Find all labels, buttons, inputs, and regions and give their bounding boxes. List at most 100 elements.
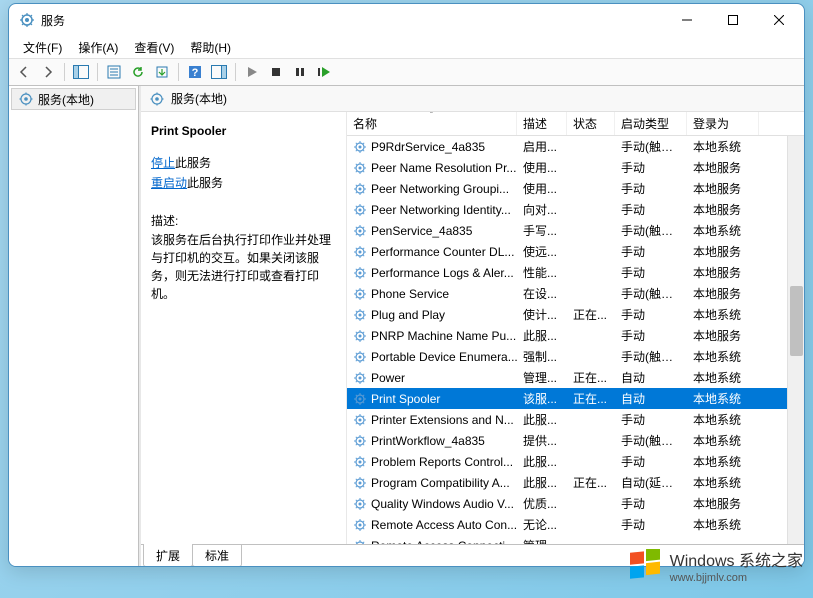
cell-description: 使用... (517, 159, 567, 176)
restart-service-button[interactable] (313, 61, 335, 83)
cell-name: PrintWorkflow_4a835 (347, 434, 517, 448)
services-window: 服务 文件(F) 操作(A) 查看(V) 帮助(H) ? 服务(本地) (8, 3, 805, 567)
cell-startup: 手动 (615, 201, 687, 218)
refresh-button[interactable] (127, 61, 149, 83)
tree-pane: 服务(本地) (9, 86, 139, 566)
column-startup[interactable]: 启动类型 (615, 112, 687, 135)
content-header: 服务(本地) (141, 86, 804, 112)
service-row[interactable]: Program Compatibility A...此服...正在...自动(延… (347, 472, 804, 493)
service-row[interactable]: Power管理...正在...自动本地系统 (347, 367, 804, 388)
cell-startup: 手动(触发... (615, 222, 687, 239)
service-name-text: PNRP Machine Name Pu... (371, 329, 516, 343)
tab-standard[interactable]: 标准 (192, 545, 242, 566)
watermark: Windows 系统之家 www.bjjmlv.com (628, 549, 803, 588)
cell-startup: 自动 (615, 390, 687, 407)
service-icon (353, 350, 367, 364)
service-row[interactable]: Peer Networking Identity...向对...手动本地服务 (347, 199, 804, 220)
restart-service-link[interactable]: 重启动 (151, 176, 187, 190)
restart-service-line: 重启动此服务 (151, 174, 336, 192)
cell-logon: 本地系统 (687, 369, 759, 386)
export-button[interactable] (151, 61, 173, 83)
service-row[interactable]: Remote Access Connecti...管理... (347, 535, 804, 544)
minimize-button[interactable] (664, 4, 710, 36)
menu-action[interactable]: 操作(A) (70, 37, 126, 58)
service-icon (353, 329, 367, 343)
cell-logon: 本地服务 (687, 327, 759, 344)
menubar: 文件(F) 操作(A) 查看(V) 帮助(H) (9, 36, 804, 58)
service-list-pane: 名称ˆ 描述 状态 启动类型 登录为 P9RdrService_4a835 启用.… (346, 112, 804, 544)
service-name-text: Phone Service (371, 287, 449, 301)
properties-button[interactable] (103, 61, 125, 83)
cell-name: Remote Access Connecti... (347, 539, 517, 545)
cell-status: 正在... (567, 474, 615, 491)
close-button[interactable] (756, 4, 802, 36)
content-body: Print Spooler 停止此服务 重启动此服务 描述: 该服务在后台执行打… (141, 112, 804, 544)
cell-description: 启用... (517, 138, 567, 155)
tree-root-label: 服务(本地) (38, 91, 94, 108)
cell-description: 在设... (517, 285, 567, 302)
service-icon (353, 182, 367, 196)
cell-startup: 手动 (615, 306, 687, 323)
service-icon (353, 287, 367, 301)
service-icon (353, 245, 367, 259)
service-row[interactable]: Printer Extensions and N...此服...手动本地系统 (347, 409, 804, 430)
service-row[interactable]: PrintWorkflow_4a835提供...手动(触发...本地系统 (347, 430, 804, 451)
maximize-button[interactable] (710, 4, 756, 36)
vertical-scrollbar[interactable] (787, 136, 804, 544)
stop-service-link[interactable]: 停止 (151, 156, 175, 170)
service-row[interactable]: PenService_4a835手写...手动(触发...本地系统 (347, 220, 804, 241)
cell-name: Remote Access Auto Con... (347, 518, 517, 532)
cell-description: 无论... (517, 516, 567, 533)
help-button[interactable]: ? (184, 61, 206, 83)
service-name-text: Remote Access Connecti... (371, 539, 515, 545)
back-button[interactable] (13, 61, 35, 83)
toolbar-separator (178, 63, 179, 81)
cell-name: Peer Networking Groupi... (347, 182, 517, 196)
service-row[interactable]: P9RdrService_4a835启用...手动(触发...本地系统 (347, 136, 804, 157)
cell-name: Printer Extensions and N... (347, 413, 517, 427)
stop-service-button[interactable] (265, 61, 287, 83)
cell-name: Program Compatibility A... (347, 476, 517, 490)
cell-description: 手写... (517, 222, 567, 239)
cell-logon: 本地系统 (687, 222, 759, 239)
service-row[interactable]: Peer Name Resolution Pr...使用...手动本地服务 (347, 157, 804, 178)
services-icon (18, 91, 34, 107)
menu-help[interactable]: 帮助(H) (182, 37, 239, 58)
column-name[interactable]: 名称ˆ (347, 112, 517, 135)
scrollbar-thumb[interactable] (790, 286, 803, 356)
show-hide-tree-button[interactable] (70, 61, 92, 83)
service-name-text: Printer Extensions and N... (371, 413, 514, 427)
cell-name: Power (347, 371, 517, 385)
service-name-text: P9RdrService_4a835 (371, 140, 485, 154)
titlebar[interactable]: 服务 (9, 4, 804, 36)
service-row[interactable]: Peer Networking Groupi...使用...手动本地服务 (347, 178, 804, 199)
service-row[interactable]: Remote Access Auto Con...无论...手动本地系统 (347, 514, 804, 535)
cell-logon: 本地系统 (687, 306, 759, 323)
start-service-button[interactable] (241, 61, 263, 83)
service-row[interactable]: Print Spooler该服...正在...自动本地系统 (347, 388, 804, 409)
service-icon (353, 161, 367, 175)
tree-root-item[interactable]: 服务(本地) (11, 88, 136, 110)
service-row[interactable]: Portable Device Enumera...强制...手动(触发...本… (347, 346, 804, 367)
service-row[interactable]: PNRP Machine Name Pu...此服...手动本地服务 (347, 325, 804, 346)
service-row[interactable]: Phone Service在设...手动(触发...本地服务 (347, 283, 804, 304)
service-row[interactable]: Performance Logs & Aler...性能...手动本地服务 (347, 262, 804, 283)
service-row[interactable]: Quality Windows Audio V...优质...手动本地服务 (347, 493, 804, 514)
service-row[interactable]: Plug and Play使计...正在...手动本地系统 (347, 304, 804, 325)
forward-button[interactable] (37, 61, 59, 83)
tab-extended[interactable]: 扩展 (143, 544, 193, 566)
column-status[interactable]: 状态 (567, 112, 615, 135)
cell-name: Plug and Play (347, 308, 517, 322)
service-name-text: Performance Logs & Aler... (371, 266, 514, 280)
service-row[interactable]: Performance Counter DL...使远...手动本地服务 (347, 241, 804, 262)
service-name-text: Peer Name Resolution Pr... (371, 161, 516, 175)
column-description[interactable]: 描述 (517, 112, 567, 135)
pause-service-button[interactable] (289, 61, 311, 83)
column-logon[interactable]: 登录为 (687, 112, 759, 135)
menu-file[interactable]: 文件(F) (15, 37, 70, 58)
cell-description: 此服... (517, 474, 567, 491)
action-pane-button[interactable] (208, 61, 230, 83)
cell-startup: 自动 (615, 369, 687, 386)
service-row[interactable]: Problem Reports Control...此服...手动本地系统 (347, 451, 804, 472)
menu-view[interactable]: 查看(V) (126, 37, 182, 58)
